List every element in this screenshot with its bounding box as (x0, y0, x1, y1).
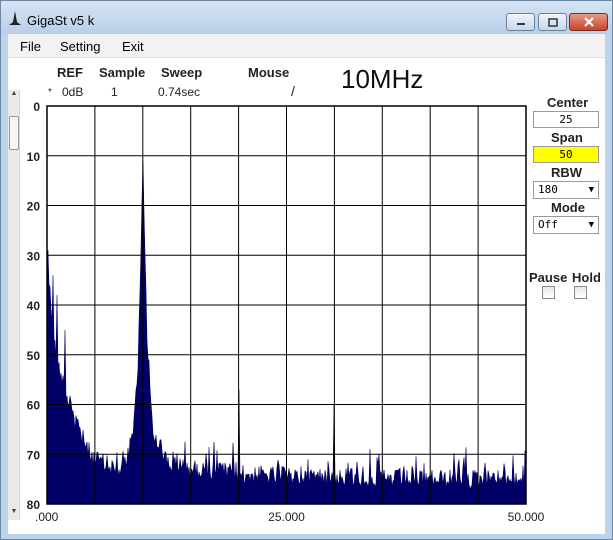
pause-label: Pause (529, 270, 568, 285)
span-input[interactable]: 50 (533, 146, 599, 163)
y-tick-label: 50 (27, 349, 41, 363)
title-bar[interactable]: GigaSt v5 k (1, 1, 612, 34)
y-tick-label: 30 (27, 249, 41, 263)
center-input[interactable]: 25 (533, 111, 599, 128)
y-tick-label: 10 (27, 150, 41, 164)
pause-checkbox[interactable] (542, 286, 555, 299)
close-icon (583, 17, 594, 27)
maximize-button[interactable] (538, 13, 567, 31)
x-tick-label: 25.000 (268, 510, 305, 524)
app-window: GigaSt v5 k File Setting Exit REF * 0dB … (0, 0, 613, 540)
hold-checkbox[interactable] (574, 286, 587, 299)
mode-label: Mode (551, 200, 585, 215)
window-title: GigaSt v5 k (27, 13, 95, 28)
mode-value: Off (538, 218, 558, 231)
y-tick-label: 20 (27, 200, 41, 214)
minimize-button[interactable] (506, 13, 535, 31)
y-tick-label: 0 (33, 100, 40, 114)
maximize-icon (547, 17, 558, 27)
mode-select[interactable]: Off ▼ (533, 216, 599, 234)
rbw-select[interactable]: 180 ▼ (533, 181, 599, 199)
app-icon (9, 11, 21, 25)
y-tick-label: 40 (27, 299, 41, 313)
x-tick-label: .000 (35, 510, 59, 524)
y-tick-label: 70 (27, 448, 41, 462)
hold-label: Hold (572, 270, 601, 285)
x-tick-label: 50.000 (508, 510, 545, 524)
span-label: Span (551, 130, 583, 145)
rbw-value: 180 (538, 183, 558, 196)
y-tick-label: 60 (27, 399, 41, 413)
center-label: Center (547, 95, 589, 110)
client-area: File Setting Exit REF * 0dB Sample 1 Swe… (8, 34, 605, 534)
chevron-down-icon: ▼ (588, 220, 594, 230)
minimize-icon (516, 23, 525, 25)
rbw-label: RBW (551, 165, 583, 180)
close-button[interactable] (569, 13, 608, 31)
chevron-down-icon: ▼ (588, 185, 594, 195)
spectrum-chart[interactable]: 01020304050607080.000 25.000 50.000 (8, 34, 605, 534)
